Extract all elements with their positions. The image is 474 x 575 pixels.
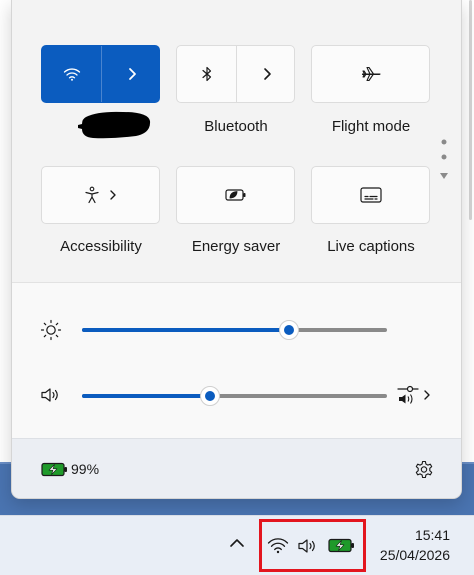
- battery-charging-icon[interactable]: [41, 462, 68, 477]
- accessibility-tile[interactable]: [41, 166, 160, 224]
- battery-percentage: 99%: [71, 461, 100, 477]
- brightness-icon: [40, 319, 62, 341]
- page-indicator[interactable]: [439, 137, 449, 183]
- live-captions-icon: [359, 187, 382, 203]
- clock-time: 15:41: [414, 527, 450, 543]
- energy-saver-icon: [224, 189, 245, 201]
- chevron-up-icon[interactable]: [229, 538, 245, 548]
- wifi-icon: [63, 68, 80, 81]
- page-dots-icon: [440, 139, 448, 179]
- brightness-slider-thumb[interactable]: [279, 320, 299, 340]
- live-captions-tile[interactable]: [311, 166, 430, 224]
- tray-volume-icon[interactable]: [297, 537, 319, 555]
- clock-date: 25/04/2026: [379, 547, 450, 563]
- settings-gear-icon[interactable]: [414, 460, 434, 480]
- energy-saver-label: Energy saver: [191, 238, 281, 255]
- sound-output-button[interactable]: [396, 384, 432, 406]
- sound-output-icon: [397, 385, 430, 404]
- bluetooth-expand-button[interactable]: [237, 46, 296, 102]
- tray-battery-charging-icon[interactable]: [328, 538, 355, 553]
- quick-settings-panel: Bluetooth Flight mode Accessibility Ener…: [11, 0, 462, 499]
- energy-saver-tile[interactable]: [176, 166, 295, 224]
- flight-mode-label: Flight mode: [331, 118, 411, 135]
- wifi-expand-button[interactable]: [102, 46, 161, 102]
- redacted-network-name: [78, 111, 151, 139]
- background-scrollbar[interactable]: [469, 0, 472, 220]
- chevron-right-icon: [263, 68, 271, 80]
- flight-mode-tile[interactable]: [311, 45, 430, 103]
- wifi-toggle-button[interactable]: [42, 46, 101, 102]
- bluetooth-label: Bluetooth: [204, 118, 268, 135]
- tray-wifi-icon[interactable]: [267, 537, 289, 554]
- taskbar-clock[interactable]: 15:41 25/04/2026: [380, 525, 450, 565]
- volume-icon: [41, 388, 58, 402]
- bluetooth-toggle-button[interactable]: [177, 46, 236, 102]
- live-captions-label: Live captions: [327, 238, 415, 255]
- bluetooth-icon: [201, 66, 211, 82]
- bluetooth-tile: [176, 45, 295, 103]
- accessibility-icon: [85, 186, 99, 204]
- wifi-tile: [41, 45, 160, 103]
- volume-slider-fill: [82, 394, 210, 398]
- airplane-icon: [361, 66, 381, 82]
- chevron-right-icon: [110, 190, 116, 200]
- volume-slider-thumb[interactable]: [200, 386, 220, 406]
- sliders-section: [12, 283, 461, 438]
- chevron-right-icon: [128, 68, 136, 80]
- brightness-slider-fill: [82, 328, 289, 332]
- accessibility-label: Accessibility: [60, 238, 142, 255]
